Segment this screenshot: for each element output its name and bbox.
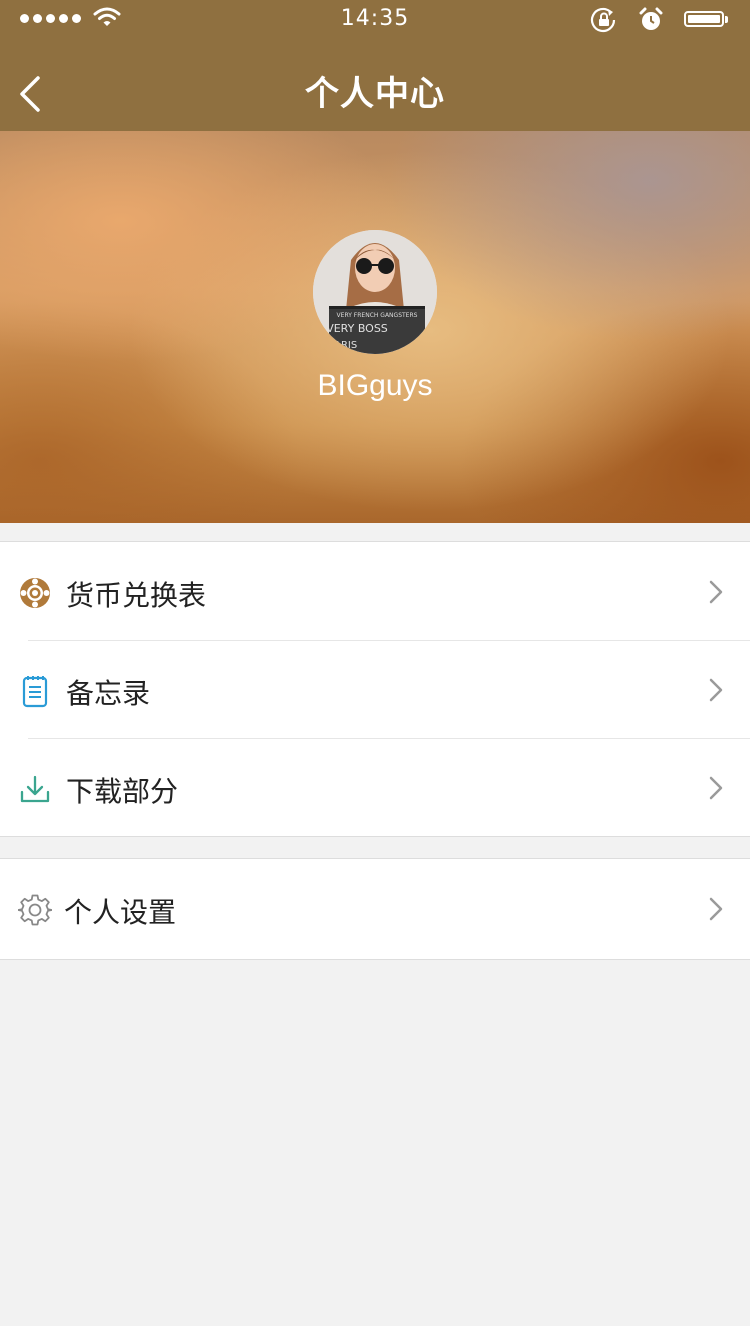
chevron-right-icon	[709, 678, 723, 702]
menu-item-label: 货币兑换表	[66, 579, 207, 612]
download-icon	[20, 775, 50, 803]
profile-header: VERY FRENCH GANGSTERS VERY BOSS PARIS BI…	[0, 131, 750, 523]
rotation-lock-icon	[590, 7, 616, 33]
avatar-sign-text-3: PARIS	[329, 340, 357, 351]
menu-item-label: 个人设置	[64, 896, 177, 929]
chevron-right-icon	[709, 776, 723, 800]
menu-group-settings: 个人设置	[0, 858, 750, 960]
notepad-icon	[22, 676, 48, 708]
menu-item-personal-settings[interactable]: 个人设置	[0, 859, 750, 959]
menu-item-label: 下载部分	[66, 775, 179, 808]
battery-icon	[684, 11, 728, 27]
menu-item-currency-table[interactable]: 货币兑换表	[0, 542, 750, 640]
menu-item-memo[interactable]: 备忘录	[0, 640, 750, 738]
menu-item-label: 备忘录	[66, 677, 151, 710]
nav-bar: 个人中心	[0, 40, 750, 131]
top-bar: 14:35 个人中心	[0, 0, 750, 131]
menu-item-downloads[interactable]: 下载部分	[0, 738, 750, 836]
alarm-icon	[639, 7, 663, 30]
gear-icon	[18, 894, 52, 926]
avatar-sign-text-2: VERY BOSS	[326, 322, 388, 335]
chevron-right-icon	[709, 580, 723, 604]
chevron-right-icon	[709, 897, 723, 921]
avatar[interactable]: VERY FRENCH GANGSTERS VERY BOSS PARIS	[313, 230, 437, 354]
status-bar: 14:35	[0, 0, 750, 40]
menu-group-main: 货币兑换表 备忘录 下载部分	[0, 541, 750, 837]
avatar-image: VERY FRENCH GANGSTERS VERY BOSS PARIS	[313, 230, 437, 354]
lifebuoy-icon	[20, 578, 50, 608]
page-title: 个人中心	[305, 74, 445, 114]
avatar-sign-text-1: VERY FRENCH GANGSTERS	[337, 312, 418, 319]
username: BIGguys	[317, 369, 433, 402]
